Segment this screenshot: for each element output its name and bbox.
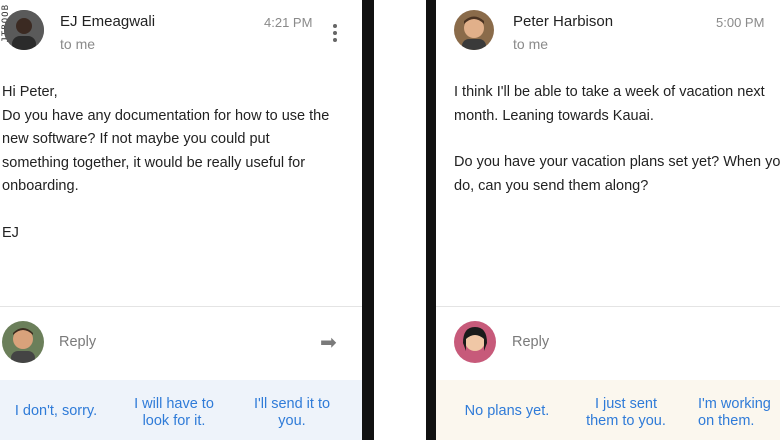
smart-reply-1[interactable]: I don't, sorry. — [2, 403, 110, 420]
avatar-me — [2, 321, 44, 363]
timestamp: 4:21 PM — [264, 15, 313, 30]
email-panel-left: JTBOOB EJ Emeagwali to me 4:21 PM Hi Pet… — [0, 0, 362, 440]
middle-gap — [374, 0, 426, 440]
avatar-me — [454, 321, 496, 363]
sender-name: Peter Harbison — [513, 13, 614, 30]
smart-reply-2[interactable]: I will have to look for it. — [118, 396, 230, 430]
timestamp: 5:00 PM — [716, 15, 765, 30]
body-paragraph: Hi Peter, Do you have any documentation … — [2, 84, 330, 194]
smart-reply-1[interactable]: No plans yet. — [450, 403, 564, 420]
smart-reply-3[interactable]: I'll send it to you. — [238, 396, 346, 430]
email-body: Hi Peter, Do you have any documentation … — [2, 81, 354, 268]
reply-button[interactable]: Reply — [512, 334, 549, 350]
recipient-label[interactable]: to me — [60, 36, 95, 52]
arrow-right-icon[interactable]: ➡ — [320, 330, 337, 355]
body-signature: EJ — [2, 224, 19, 241]
left-gutter — [362, 0, 374, 440]
smart-reply-3[interactable]: I'm working on them. — [698, 396, 780, 430]
avatar-sender[interactable] — [454, 10, 494, 50]
sender-name: EJ Emeagwali — [60, 13, 156, 30]
smart-reply-bar: I don't, sorry. I will have to look for … — [0, 380, 362, 440]
recipient-label[interactable]: to me — [513, 36, 548, 52]
reply-divider — [0, 306, 362, 307]
right-gutter — [426, 0, 436, 440]
email-body: I think I'll be able to take a week of v… — [454, 81, 780, 221]
body-paragraph: I think I'll be able to take a week of v… — [454, 84, 765, 124]
reply-button[interactable]: Reply — [59, 334, 96, 350]
avatar-sender[interactable] — [4, 10, 44, 50]
reply-divider — [436, 306, 780, 307]
more-vert-icon[interactable] — [333, 24, 339, 45]
email-panel-right: Peter Harbison to me 5:00 PM I think I'l… — [436, 0, 780, 440]
smart-reply-bar: No plans yet. I just sent them to you. I… — [436, 380, 780, 440]
smart-reply-2[interactable]: I just sent them to you. — [572, 396, 680, 430]
body-paragraph: Do you have your vacation plans set yet?… — [454, 154, 780, 194]
